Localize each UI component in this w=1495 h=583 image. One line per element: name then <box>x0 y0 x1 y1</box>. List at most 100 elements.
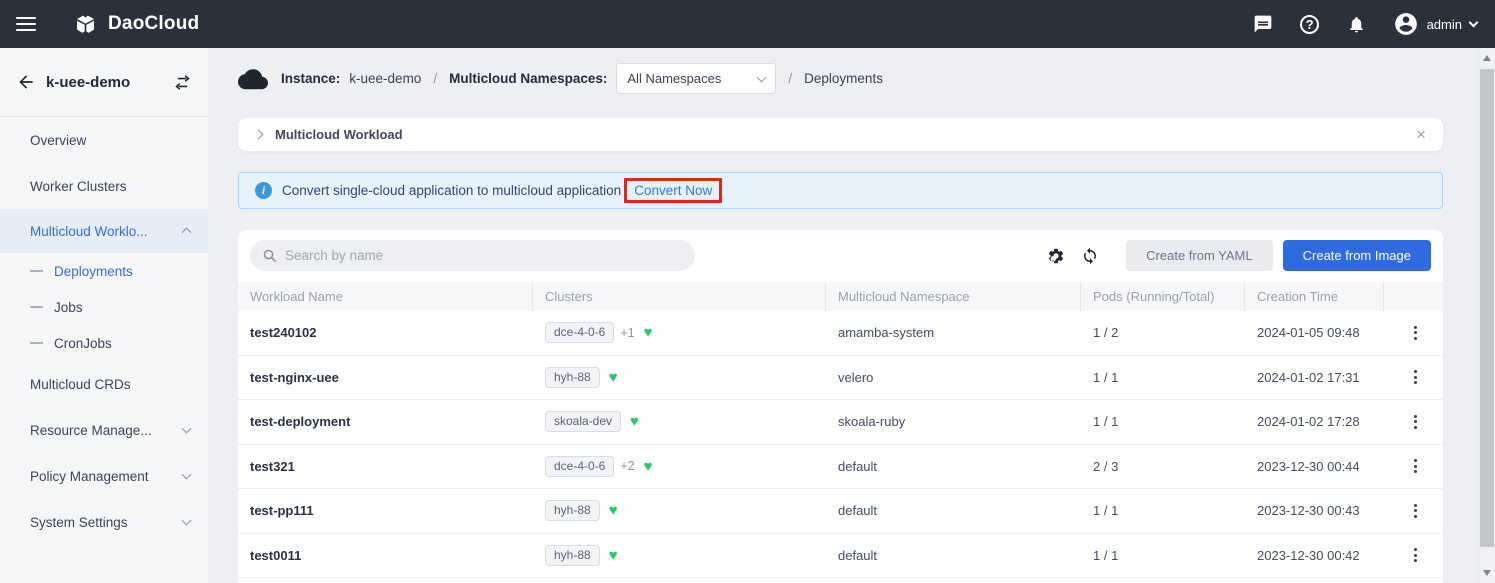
workload-name-link[interactable]: test-nginx-uee <box>250 370 339 385</box>
cluster-tag: dce-4-0-6 <box>545 456 614 477</box>
scroll-up-arrow-icon[interactable] <box>1483 55 1491 61</box>
col-clusters: Clusters <box>533 282 826 311</box>
user-menu[interactable]: admin <box>1393 11 1477 37</box>
breadcrumb: Instance: k-uee-demo / Multicloud Namesp… <box>238 60 1443 96</box>
scroll-down-arrow-icon[interactable] <box>1483 570 1491 576</box>
close-icon[interactable]: × <box>1416 126 1426 143</box>
workload-name-link[interactable]: test-deployment <box>250 414 350 429</box>
creation-time-cell: 2024-01-02 17:31 <box>1257 370 1360 385</box>
table-row: test-pp111 hyh-88 ♥ default 1 / 1 2023-1… <box>238 489 1443 534</box>
row-actions-kebab[interactable] <box>1408 366 1423 388</box>
brand-logo[interactable]: DaoCloud <box>72 11 199 38</box>
pods-cell: 2 / 3 <box>1093 459 1118 474</box>
table-header: Workload Name Clusters Multicloud Namesp… <box>238 282 1443 311</box>
pods-cell: 1 / 1 <box>1093 503 1118 518</box>
panel-title: Multicloud Workload <box>275 127 403 142</box>
sidebar: k-uee-demo Overview Worker Clusters Mult… <box>0 48 208 583</box>
col-workload-name: Workload Name <box>238 282 533 311</box>
table-row: test-nginx-uee hyh-88 ♥ velero 1 / 1 202… <box>238 356 1443 401</box>
sidebar-item-multicloud-workload[interactable]: Multicloud Worklo... <box>0 209 208 253</box>
pods-cell: 1 / 1 <box>1093 414 1118 429</box>
create-from-image-button[interactable]: Create from Image <box>1283 240 1431 271</box>
row-actions-kebab[interactable] <box>1408 544 1423 566</box>
namespace-cell: default <box>838 503 877 518</box>
dash-icon <box>30 270 43 272</box>
table-body: test240102 dce-4-0-6 +1 ♥ amamba-system … <box>238 311 1443 578</box>
table-row: test0011 hyh-88 ♥ default 1 / 1 2023-12-… <box>238 534 1443 579</box>
workload-name-link[interactable]: test321 <box>250 459 295 474</box>
namespace-cell: amamba-system <box>838 325 934 340</box>
sidebar-item-resource-management[interactable]: Resource Manage... <box>0 407 208 453</box>
sidebar-item-deployments[interactable]: Deployments <box>0 253 208 289</box>
creation-time-cell: 2023-12-30 00:44 <box>1257 459 1360 474</box>
cloud-icon <box>238 66 268 90</box>
search-box[interactable] <box>250 240 695 271</box>
convert-info-banner: i Convert single-cloud application to mu… <box>238 172 1443 209</box>
table-row: test-deployment skoala-dev ♥ skoala-ruby… <box>238 400 1443 445</box>
help-icon[interactable]: ? <box>1299 13 1321 35</box>
topbar: DaoCloud ? admin <box>0 0 1495 48</box>
health-heart-icon: ♥ <box>609 370 618 385</box>
row-actions-kebab[interactable] <box>1408 455 1423 477</box>
notifications-bell-icon[interactable] <box>1346 13 1368 35</box>
main-content: Instance: k-uee-demo / Multicloud Namesp… <box>208 48 1495 583</box>
chevron-down-icon <box>1469 17 1479 27</box>
namespace-cell: skoala-ruby <box>838 414 905 429</box>
deployments-card: Create from YAML Create from Image Workl… <box>238 230 1443 583</box>
chevron-down-icon <box>182 424 192 434</box>
row-actions-kebab[interactable] <box>1408 411 1423 433</box>
vertical-scrollbar[interactable] <box>1478 48 1495 583</box>
creation-time-cell: 2023-12-30 00:43 <box>1257 503 1360 518</box>
username-label: admin <box>1427 17 1462 32</box>
workload-name-link[interactable]: test-pp111 <box>250 503 314 518</box>
workload-name-link[interactable]: test0011 <box>250 548 301 563</box>
sidebar-item-multicloud-crds[interactable]: Multicloud CRDs <box>0 361 208 407</box>
pods-cell: 1 / 1 <box>1093 370 1118 385</box>
sidebar-item-overview[interactable]: Overview <box>0 117 208 163</box>
sidebar-item-system-settings[interactable]: System Settings <box>0 499 208 545</box>
namespace-cell: default <box>838 459 877 474</box>
breadcrumb-separator: / <box>788 71 792 86</box>
row-actions-kebab[interactable] <box>1408 500 1423 522</box>
daocloud-logo-icon <box>72 11 99 38</box>
create-from-yaml-button[interactable]: Create from YAML <box>1126 240 1272 271</box>
sidebar-item-worker-clusters[interactable]: Worker Clusters <box>0 163 208 209</box>
avatar-icon <box>1393 11 1419 37</box>
instance-label: Instance: <box>281 71 340 86</box>
sidebar-item-policy-management[interactable]: Policy Management <box>0 453 208 499</box>
messages-icon[interactable] <box>1252 13 1274 35</box>
refresh-icon[interactable] <box>1080 246 1100 266</box>
row-actions-kebab[interactable] <box>1408 322 1423 344</box>
col-creation-time: Creation Time <box>1245 282 1384 311</box>
chevron-down-icon <box>182 470 192 480</box>
search-icon <box>262 248 277 263</box>
sidebar-item-cronjobs[interactable]: CronJobs <box>0 325 208 361</box>
namespaces-label: Multicloud Namespaces: <box>449 71 607 86</box>
health-heart-icon: ♥ <box>609 503 618 518</box>
instance-title: k-uee-demo <box>46 74 173 91</box>
instance-value[interactable]: k-uee-demo <box>349 71 421 86</box>
namespace-cell: velero <box>838 370 873 385</box>
workload-name-link[interactable]: test240102 <box>250 325 317 340</box>
sidebar-item-jobs[interactable]: Jobs <box>0 289 208 325</box>
multicloud-workload-panel-header[interactable]: Multicloud Workload × <box>238 118 1443 151</box>
dash-icon <box>30 306 43 308</box>
chevron-up-icon <box>182 228 192 238</box>
breadcrumb-separator: / <box>433 71 437 86</box>
back-arrow-icon[interactable] <box>16 72 36 92</box>
search-input[interactable] <box>285 248 683 263</box>
col-multicloud-namespace: Multicloud Namespace <box>826 282 1081 311</box>
creation-time-cell: 2024-01-05 09:48 <box>1257 325 1360 340</box>
namespace-select[interactable]: All Namespaces <box>616 63 776 94</box>
settings-gear-icon[interactable] <box>1046 246 1066 266</box>
breadcrumb-page: Deployments <box>804 71 883 86</box>
cluster-tag: hyh-88 <box>545 367 600 388</box>
cluster-tag: hyh-88 <box>545 545 600 566</box>
hamburger-menu-icon[interactable] <box>16 17 36 31</box>
scrollbar-thumb[interactable] <box>1480 69 1494 547</box>
col-pods: Pods (Running/Total) <box>1081 282 1245 311</box>
switch-instance-icon[interactable] <box>173 73 192 92</box>
namespace-cell: default <box>838 548 877 563</box>
cluster-extra-count: +2 <box>620 459 634 473</box>
convert-now-link[interactable]: Convert Now <box>624 178 722 203</box>
